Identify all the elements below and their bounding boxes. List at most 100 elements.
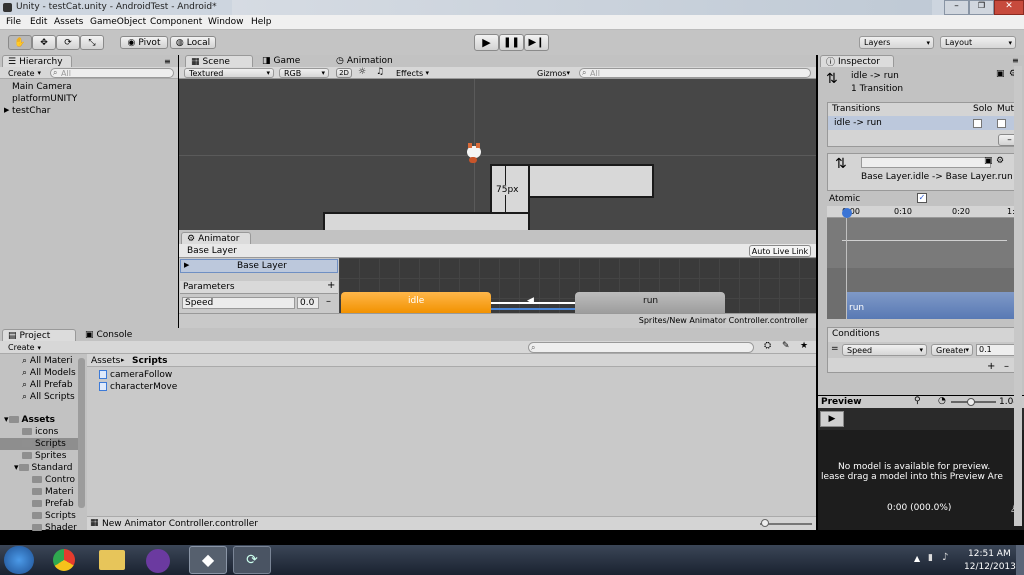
local-button[interactable]: ◍ Local xyxy=(170,36,216,49)
bittorrent-icon[interactable] xyxy=(146,549,170,573)
condition-value-field[interactable]: 0.1 xyxy=(976,344,1016,356)
platform-right[interactable] xyxy=(528,164,654,198)
menu-file[interactable]: File xyxy=(6,17,21,27)
favorite-item[interactable]: ⌕ All Scripts xyxy=(22,392,75,402)
minimize-button[interactable]: – xyxy=(944,0,969,15)
layers-dropdown[interactable]: Layers xyxy=(859,36,934,49)
close-button[interactable]: ✕ xyxy=(994,0,1024,15)
folder-item[interactable]: Contro xyxy=(32,475,75,485)
tab-scene[interactable]: ▦ Scene xyxy=(185,55,253,67)
hand-tool-button[interactable]: ✋ xyxy=(8,35,32,50)
hierarchy-item[interactable]: Main Camera xyxy=(12,82,72,92)
tab-animator[interactable]: ⚙ Animator xyxy=(181,232,251,244)
zoom-slider-thumb[interactable] xyxy=(761,519,769,527)
step-button[interactable]: ▶❙ xyxy=(524,34,549,51)
gizmos-dropdown[interactable]: Gizmos xyxy=(533,68,573,78)
tab-console[interactable]: ▣ Console xyxy=(80,329,140,341)
remove-condition-button[interactable]: – xyxy=(1004,361,1009,372)
layout-dropdown[interactable]: Layout xyxy=(940,36,1016,49)
textured-dropdown[interactable]: Textured xyxy=(184,68,274,78)
auto-live-link-toggle[interactable]: Auto Live Link xyxy=(749,245,811,257)
state-run[interactable]: run xyxy=(575,292,725,313)
condition-param-dropdown[interactable]: Speed xyxy=(842,344,927,356)
add-parameter-button[interactable]: + xyxy=(327,280,335,291)
run-clip[interactable]: run xyxy=(846,292,1022,319)
show-desktop-button[interactable] xyxy=(1016,545,1024,575)
unity-taskbar-icon[interactable]: ◆ xyxy=(189,546,227,574)
add-condition-button[interactable]: + xyxy=(987,361,995,372)
pause-button[interactable]: ❚❚ xyxy=(499,34,524,51)
drag-handle-icon[interactable]: = xyxy=(831,344,839,354)
panel-menu-icon[interactable]: ≡ xyxy=(1012,56,1019,65)
effects-dropdown[interactable]: Effects xyxy=(392,68,432,78)
tab-game[interactable]: ◨ Game xyxy=(257,55,307,67)
app-taskbar-icon[interactable]: ⟳ xyxy=(233,546,271,574)
folder-item[interactable]: Sprites xyxy=(22,451,66,461)
settings-gear-icon[interactable]: ⚙ xyxy=(996,156,1004,166)
remove-parameter-button[interactable]: – xyxy=(326,296,331,307)
timeline[interactable]: 0:00 0:10 0:20 1:0 run xyxy=(827,206,1022,319)
hierarchy-item[interactable]: platformUNITY xyxy=(12,94,77,104)
folder-item[interactable]: Scripts xyxy=(22,439,66,449)
folder-item[interactable]: Materi xyxy=(32,487,74,497)
menu-assets[interactable]: Assets xyxy=(54,17,83,27)
timeline-playhead[interactable] xyxy=(842,208,852,218)
network-icon[interactable]: ▮ xyxy=(928,553,933,563)
project-search-input[interactable] xyxy=(528,342,754,353)
pivot-toggle-icon[interactable]: ⚲ xyxy=(914,396,921,406)
folder-item[interactable]: ▾ Standard xyxy=(14,463,72,473)
scene-search-input[interactable]: All xyxy=(579,68,811,78)
rgb-dropdown[interactable]: RGB xyxy=(279,68,329,78)
filter-label-icon[interactable]: ✎ xyxy=(782,341,790,351)
project-create-dropdown[interactable]: Create xyxy=(4,342,44,353)
expand-arrow-icon[interactable]: ▶ xyxy=(4,106,9,114)
rotate-tool-button[interactable]: ⟳ xyxy=(56,35,80,50)
tab-hierarchy[interactable]: ☰ Hierarchy xyxy=(2,55,72,67)
parameter-name-field[interactable]: Speed xyxy=(182,297,295,309)
menu-window[interactable]: Window xyxy=(208,17,244,27)
scale-tool-button[interactable]: ⤡ xyxy=(80,35,104,50)
lighting-icon[interactable]: ☼ xyxy=(358,67,366,77)
breadcrumb-base-layer[interactable]: Base Layer xyxy=(187,246,237,256)
move-tool-button[interactable]: ✥ xyxy=(32,35,56,50)
hierarchy-search-input[interactable]: All xyxy=(50,68,174,78)
assets-folder[interactable]: ▾ Assets xyxy=(4,415,55,425)
2d-toggle[interactable]: 2D xyxy=(336,68,352,78)
parameter-value-field[interactable]: 0.0 xyxy=(297,297,319,309)
mute-checkbox[interactable] xyxy=(997,119,1006,128)
file-item[interactable]: characterMove xyxy=(99,382,177,392)
volume-icon[interactable]: ♪ xyxy=(942,552,948,563)
tab-animation[interactable]: ◷ Animation xyxy=(331,55,411,67)
help-icon[interactable]: ▣ xyxy=(984,156,993,166)
panel-menu-icon[interactable]: ≡ xyxy=(164,57,171,66)
tab-project[interactable]: ▤ Project xyxy=(2,329,76,341)
menu-gameobject[interactable]: GameObject xyxy=(90,17,146,27)
explorer-icon[interactable] xyxy=(99,550,125,570)
filter-type-icon[interactable]: ⛭ xyxy=(764,341,771,351)
start-button[interactable] xyxy=(4,546,34,574)
preview-play-button[interactable]: ▶ xyxy=(820,411,844,427)
menu-edit[interactable]: Edit xyxy=(30,17,47,27)
tray-arrow-icon[interactable]: ▲ xyxy=(914,554,920,563)
pivot-button[interactable]: ◉ Pivot xyxy=(120,36,168,49)
hierarchy-create-dropdown[interactable]: Create xyxy=(4,68,44,78)
favorite-item[interactable]: ⌕ All Models xyxy=(22,368,76,378)
favorite-item[interactable]: ⌕ All Prefab xyxy=(22,380,73,390)
folder-item[interactable]: Prefab xyxy=(32,499,74,509)
platform-bottom[interactable] xyxy=(323,212,530,232)
transition-name-field[interactable] xyxy=(861,157,991,168)
hierarchy-item[interactable]: testChar xyxy=(12,106,51,116)
state-idle[interactable]: idle xyxy=(341,292,491,313)
atomic-checkbox[interactable]: ✓ xyxy=(917,193,927,203)
condition-operator-dropdown[interactable]: Greater xyxy=(931,344,973,356)
help-icon[interactable]: ▣ xyxy=(996,69,1005,79)
tree-scrollbar[interactable] xyxy=(78,358,85,508)
folder-item[interactable]: Scripts xyxy=(32,511,76,521)
tab-inspector[interactable]: ⓘ Inspector xyxy=(820,55,894,68)
file-item[interactable]: cameraFollow xyxy=(99,370,172,380)
favorite-item[interactable]: ⌕ All Materi xyxy=(22,356,73,366)
play-button[interactable]: ▶ xyxy=(474,34,499,51)
inspector-scrollbar[interactable] xyxy=(1014,66,1022,526)
favorite-icon[interactable]: ★ xyxy=(800,341,808,351)
audio-icon[interactable]: ♫ xyxy=(376,67,384,77)
